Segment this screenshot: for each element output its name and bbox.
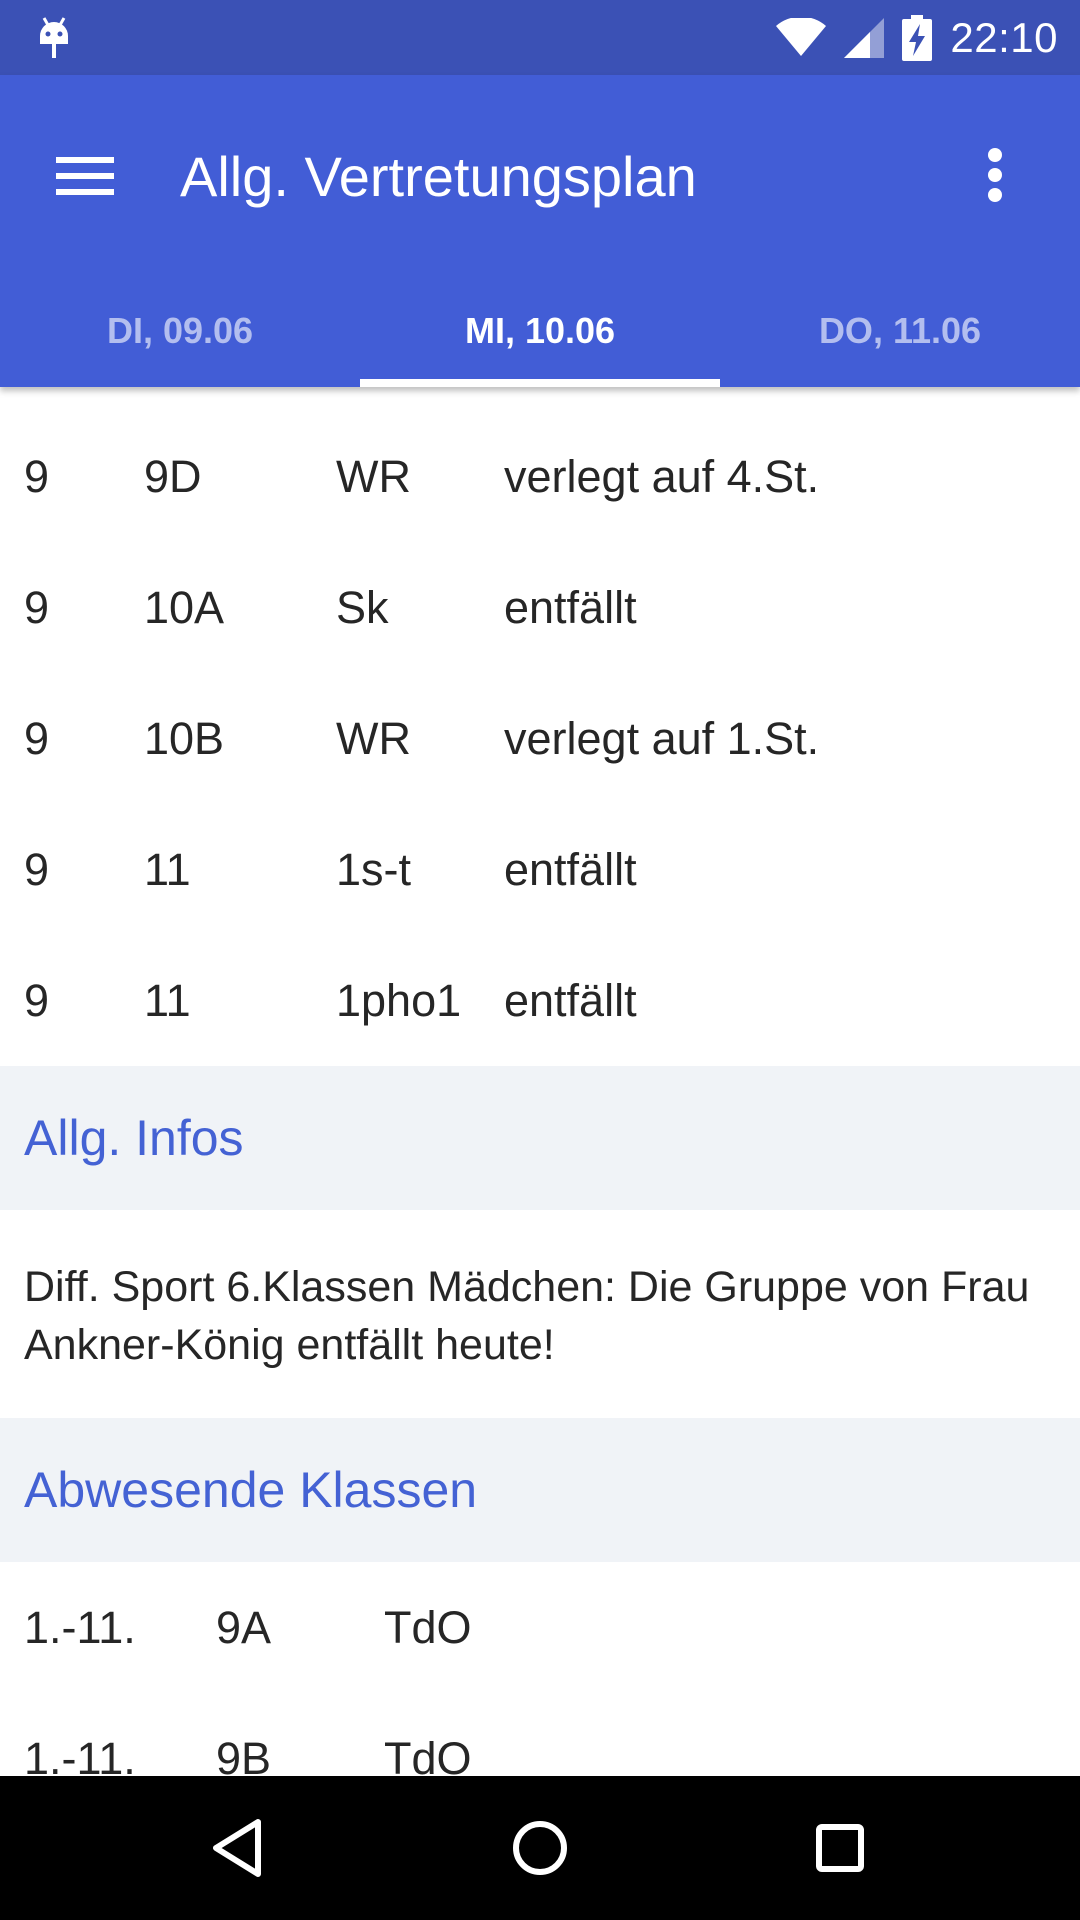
tab-wednesday[interactable]: MI, 10.06 <box>360 275 720 387</box>
plan-subject: WR <box>336 713 411 764</box>
section-header-absent-classes: Abwesende Klassen <box>0 1418 1080 1562</box>
plan-list: 9 9D WR verlegt auf 4.St. 9 10A Sk entfä… <box>0 387 1080 1066</box>
absent-class-row: 1.-11. 9A TdO <box>0 1562 1080 1693</box>
navigation-bar <box>0 1776 1080 1920</box>
plan-subject: Sk <box>336 582 389 633</box>
date-tabs: DI, 09.06 MI, 10.06 DO, 11.06 <box>0 275 1080 387</box>
back-icon[interactable] <box>190 1798 290 1898</box>
plan-info: verlegt auf 1.St. <box>504 713 820 764</box>
plan-subject: 1s-t <box>336 844 412 895</box>
plan-class: 11 <box>144 975 191 1026</box>
plan-row: 9 11 1s-t entfällt <box>0 804 1080 935</box>
more-vert-icon[interactable] <box>950 130 1040 220</box>
absent-hours: 1.-11. <box>24 1733 136 1776</box>
status-icons: 22:10 <box>776 0 1058 75</box>
tab-tuesday[interactable]: DI, 09.06 <box>0 275 360 387</box>
android-notification-icon <box>40 17 68 58</box>
absent-class: 9B <box>216 1733 272 1776</box>
wifi-icon <box>776 17 827 56</box>
plan-hour: 9 <box>24 451 50 502</box>
plan-class: 10B <box>144 713 225 764</box>
plan-class: 10A <box>144 582 225 633</box>
plan-hour: 9 <box>24 844 50 895</box>
plan-hour: 9 <box>24 975 50 1026</box>
plan-row: 9 10A Sk entfällt <box>0 542 1080 673</box>
substitution-plan-content[interactable]: 9 9D WR verlegt auf 4.St. 9 10A Sk entfä… <box>0 387 1080 1776</box>
status-time: 22:10 <box>950 13 1058 61</box>
app-title: Allg. Vertretungsplan <box>180 145 697 208</box>
absent-class: 9A <box>216 1602 272 1653</box>
plan-info: entfällt <box>504 582 637 633</box>
plan-info: entfällt <box>504 844 637 895</box>
plan-hour: 9 <box>24 582 50 633</box>
absent-class-row: 1.-11. 9B TdO <box>0 1693 1080 1776</box>
absent-hours: 1.-11. <box>24 1602 136 1653</box>
recents-icon[interactable] <box>790 1798 890 1898</box>
hamburger-menu-icon[interactable] <box>40 130 130 220</box>
status-bar: 22:10 <box>0 0 1080 75</box>
plan-row: 9 11 1pho1 entfällt <box>0 935 1080 1066</box>
plan-info: entfällt <box>504 975 637 1026</box>
cell-signal-icon <box>844 17 885 58</box>
tab-thursday[interactable]: DO, 11.06 <box>720 275 1080 387</box>
plan-row: 9 10B WR verlegt auf 1.St. <box>0 673 1080 804</box>
plan-hour: 9 <box>24 713 50 764</box>
plan-subject: WR <box>336 451 411 502</box>
section-header-general-info: Allg. Infos <box>0 1066 1080 1210</box>
absent-reason: TdO <box>384 1602 472 1653</box>
battery-charging-icon <box>902 14 933 61</box>
plan-class: 9D <box>144 451 202 502</box>
plan-class: 11 <box>144 844 191 895</box>
plan-info: verlegt auf 4.St. <box>504 451 820 502</box>
general-info-text: Diff. Sport 6.Klassen Mädchen: Die Grupp… <box>24 1263 1030 1369</box>
plan-row: 9 9D WR verlegt auf 4.St. <box>0 411 1080 542</box>
absent-classes-list: 1.-11. 9A TdO 1.-11. 9B TdO <box>0 1562 1080 1776</box>
home-icon[interactable] <box>490 1798 590 1898</box>
app-bar: Allg. Vertretungsplan DI, 09.06 MI, 10.0… <box>0 75 1080 387</box>
absent-reason: TdO <box>384 1733 472 1776</box>
plan-subject: 1pho1 <box>336 975 462 1026</box>
